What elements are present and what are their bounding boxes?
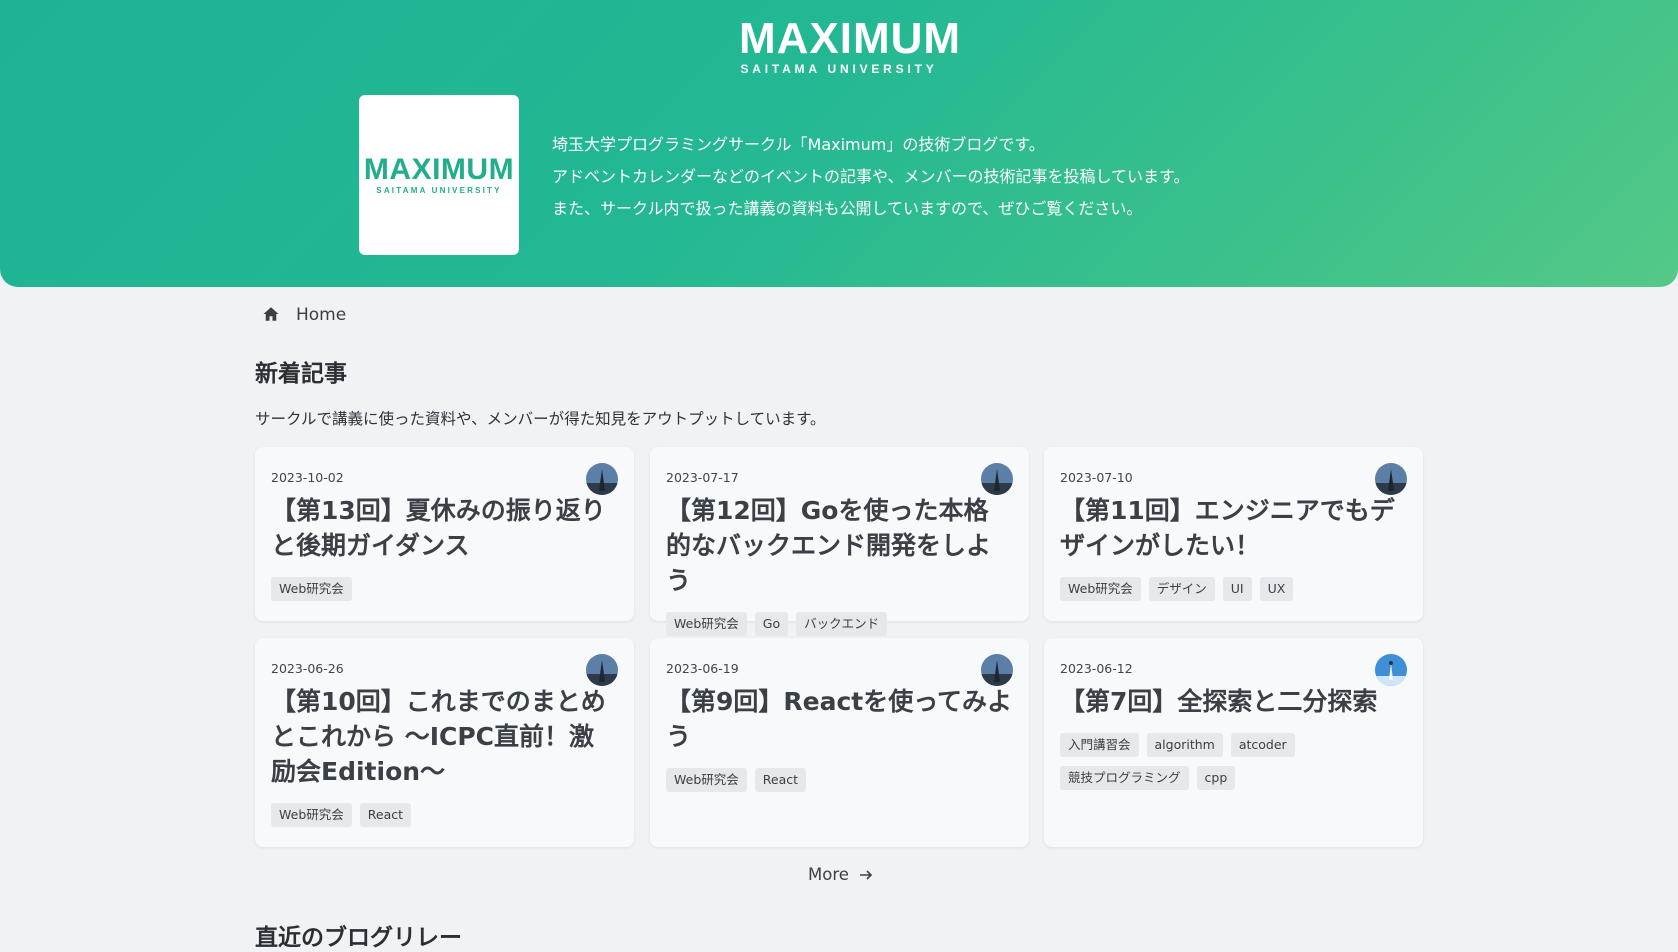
article-title[interactable]: 【第11回】エンジニアでもデザインがしたい！ <box>1060 493 1407 563</box>
article-card[interactable]: 2023-06-26 【第10回】これまでのまとめとこれから ～ICPC直前！激… <box>255 638 634 847</box>
article-date: 2023-06-26 <box>271 661 344 676</box>
tag-list: Web研究会 Go バックエンド <box>666 612 1013 636</box>
article-date: 2023-10-02 <box>271 470 344 485</box>
tag[interactable]: UX <box>1259 577 1294 601</box>
tag[interactable]: React <box>754 768 807 792</box>
article-card[interactable]: 2023-06-19 【第9回】Reactを使ってみよう Web研究会 Reac… <box>650 638 1029 847</box>
article-date: 2023-07-10 <box>1060 470 1133 485</box>
author-avatar[interactable] <box>1375 654 1407 686</box>
article-card[interactable]: 2023-06-12 【第7回】全探索と二分探索 入門講習会 algorithm… <box>1044 638 1423 847</box>
tag[interactable]: Web研究会 <box>271 803 352 827</box>
intro-line: 埼玉大学プログラミングサークル「Maximum」の技術ブログです。 <box>552 135 1045 154</box>
latest-articles-heading: 新着記事 <box>255 361 347 387</box>
author-avatar[interactable] <box>981 654 1013 686</box>
tag[interactable]: Web研究会 <box>271 577 352 601</box>
article-date: 2023-06-12 <box>1060 661 1133 676</box>
latest-articles-description: サークルで講義に使った資料や、メンバーが得た知見をアウトプットしています。 <box>255 410 826 428</box>
tag-list: 入門講習会 algorithm atcoder 競技プログラミング cpp <box>1060 733 1407 790</box>
article-title[interactable]: 【第9回】Reactを使ってみよう <box>666 684 1013 754</box>
more-link[interactable]: More <box>808 865 873 884</box>
article-card[interactable]: 2023-07-10 【第11回】エンジニアでもデザインがしたい！ Web研究会… <box>1044 447 1423 621</box>
header-banner: MAXIMUM SAITAMA UNIVERSITY MAXIMUM SAITA… <box>0 0 1678 287</box>
breadcrumb-home-label[interactable]: Home <box>296 305 346 325</box>
tag[interactable]: Go <box>754 612 789 636</box>
intro-line: アドベントカレンダーなどのイベントの記事や、メンバーの技術記事を投稿しています。 <box>552 167 1190 186</box>
author-avatar[interactable] <box>981 463 1013 495</box>
blog-relay-heading: 直近のブログリレー <box>255 925 462 951</box>
tag-list: Web研究会 デザイン UI UX <box>1060 577 1407 601</box>
tag[interactable]: Web研究会 <box>666 768 747 792</box>
brand-subtitle: SAITAMA UNIVERSITY <box>740 62 938 76</box>
tag-list: Web研究会 <box>271 577 618 601</box>
article-title[interactable]: 【第7回】全探索と二分探索 <box>1060 684 1407 719</box>
tag[interactable]: atcoder <box>1230 733 1295 757</box>
author-avatar[interactable] <box>586 463 618 495</box>
article-title[interactable]: 【第13回】夏休みの振り返りと後期ガイダンス <box>271 493 618 563</box>
logo-name: MAXIMUM <box>363 153 515 186</box>
home-icon[interactable] <box>262 305 282 325</box>
tag[interactable]: cpp <box>1196 766 1236 790</box>
circle-logo-card: MAXIMUM SAITAMA UNIVERSITY <box>359 95 519 255</box>
article-title[interactable]: 【第10回】これまでのまとめとこれから ～ICPC直前！激励会Edition～ <box>271 684 618 789</box>
article-card[interactable]: 2023-07-17 【第12回】Goを使った本格的なバックエンド開発をしよう … <box>650 447 1029 636</box>
tag[interactable]: UI <box>1222 577 1252 601</box>
tag[interactable]: デザイン <box>1148 577 1215 601</box>
article-card[interactable]: 2023-10-02 【第13回】夏休みの振り返りと後期ガイダンス Web研究会 <box>255 447 634 621</box>
author-avatar[interactable] <box>586 654 618 686</box>
intro-line: また、サークル内で扱った講義の資料も公開していますので、ぜひご覧ください。 <box>552 199 1143 218</box>
tag-list: Web研究会 React <box>271 803 618 827</box>
arrow-right-icon <box>859 868 873 882</box>
breadcrumb: Home <box>262 305 346 325</box>
logo-subtitle: SAITAMA UNIVERSITY <box>376 186 502 195</box>
brand-name: MAXIMUM <box>739 14 962 63</box>
tag-list: Web研究会 React <box>666 768 1013 792</box>
more-label: More <box>808 865 849 884</box>
article-date: 2023-06-19 <box>666 661 739 676</box>
article-date: 2023-07-17 <box>666 470 739 485</box>
article-title[interactable]: 【第12回】Goを使った本格的なバックエンド開発をしよう <box>666 493 1013 598</box>
intro-text: 埼玉大学プログラミングサークル「Maximum」の技術ブログです。 アドベントカ… <box>552 129 1189 225</box>
tag[interactable]: バックエンド <box>796 612 888 636</box>
tag[interactable]: Web研究会 <box>1060 577 1141 601</box>
site-logo[interactable]: MAXIMUM SAITAMA UNIVERSITY <box>739 14 962 77</box>
tag[interactable]: Web研究会 <box>666 612 747 636</box>
tag[interactable]: React <box>359 803 412 827</box>
author-avatar[interactable] <box>1375 463 1407 495</box>
tag[interactable]: 競技プログラミング <box>1060 766 1189 790</box>
tag[interactable]: 入門講習会 <box>1060 733 1139 757</box>
tag[interactable]: algorithm <box>1146 733 1223 757</box>
